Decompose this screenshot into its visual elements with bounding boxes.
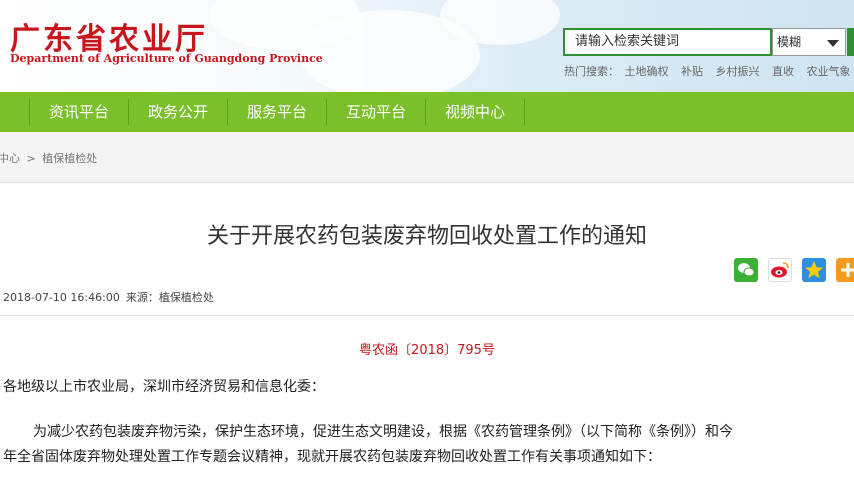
divider: [0, 315, 854, 316]
hot-search-link[interactable]: 直收: [772, 65, 794, 78]
wechat-icon[interactable]: [734, 258, 758, 282]
site-header: 广东省农业厅 Department of Agriculture of Guan…: [0, 0, 854, 92]
nav-item-interaction[interactable]: 互动平台: [327, 92, 425, 132]
article-title: 关于开展农药包装废弃物回收处置工作的通知: [206, 224, 647, 249]
document-number: 粤农函〔2018〕795号: [359, 343, 495, 358]
hot-search-link[interactable]: 乡村振兴: [716, 65, 760, 78]
nav-item-government[interactable]: 政务公开: [129, 92, 227, 132]
qzone-icon[interactable]: [802, 258, 826, 282]
body-paragraph: 年全省固体废弃物处理处置工作专题会议精神，现就开展农药包装废弃物回收处置工作有关…: [3, 449, 661, 465]
nav-divider: [524, 99, 525, 125]
site-logo-subtitle: Department of Agriculture of Guangdong P…: [10, 52, 323, 65]
source-value: 植保植检处: [158, 291, 214, 304]
source-label: 来源：: [125, 291, 159, 304]
hot-search-link[interactable]: 农业气象: [807, 65, 851, 78]
hot-search-label: 热门搜索：: [564, 65, 619, 78]
search-input[interactable]: 请输入检索关键词: [563, 28, 772, 56]
nav-item-news[interactable]: 资讯平台: [30, 92, 128, 132]
weibo-icon[interactable]: [768, 258, 792, 282]
search-button[interactable]: [847, 28, 854, 56]
publish-date: 2018-07-10 16:46:00: [3, 291, 120, 304]
breadcrumb-separator: >: [26, 152, 36, 165]
nav-item-services[interactable]: 服务平台: [228, 92, 326, 132]
chevron-down-icon: [827, 40, 839, 47]
breadcrumb-item[interactable]: 植保植检处: [42, 152, 97, 165]
body-paragraph: 为减少农药包装废弃物污染，保护生态环境，促进生态文明建设，根据《农药管理条例》（…: [33, 424, 733, 440]
breadcrumb-bar: [0, 132, 854, 183]
search-mode-value: 模糊: [777, 35, 802, 49]
nav-item-video[interactable]: 视频中心: [426, 92, 524, 132]
search-mode-select[interactable]: 模糊: [772, 28, 846, 56]
salutation: 各地级以上市农业局，深圳市经济贸易和信息化委：: [3, 379, 325, 395]
breadcrumb: 中心 > 植保植检处: [0, 150, 97, 166]
article-meta: 2018-07-10 16:46:00 来源：植保植检处: [3, 289, 220, 305]
more-share-icon[interactable]: [836, 258, 854, 282]
hot-search: 热门搜索： 土地确权 补贴 乡村振兴 直收 农业气象: [564, 63, 854, 79]
main-nav: 资讯平台 政务公开 服务平台 互动平台 视频中心: [0, 92, 854, 132]
hot-search-link[interactable]: 土地确权: [625, 65, 669, 78]
breadcrumb-item[interactable]: 中心: [0, 152, 20, 165]
hot-search-link[interactable]: 补贴: [681, 65, 703, 78]
